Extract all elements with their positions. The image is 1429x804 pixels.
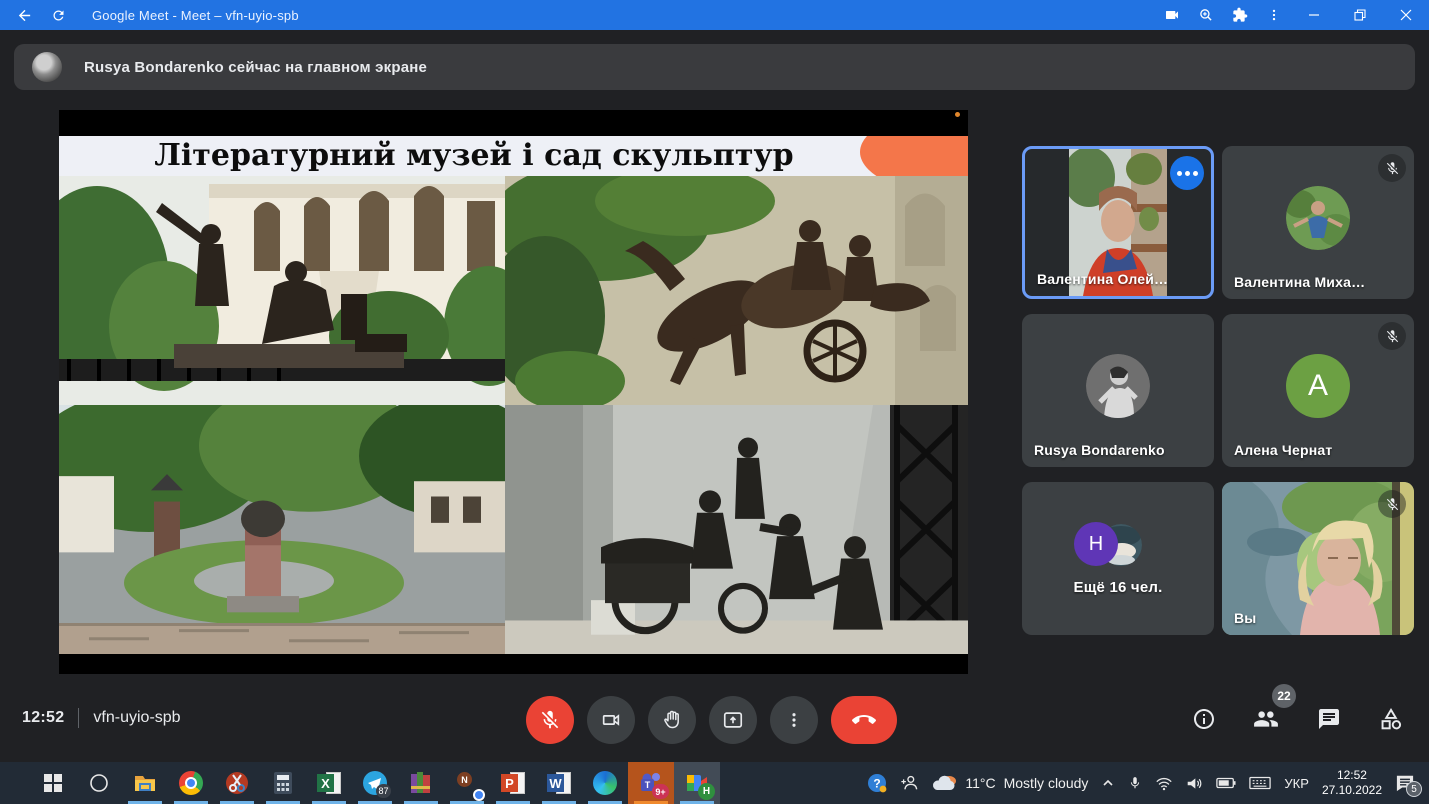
close-button[interactable]: [1383, 0, 1429, 30]
google-meet-button[interactable]: H: [674, 762, 720, 804]
file-explorer-button[interactable]: [122, 762, 168, 804]
camera-toggle-button[interactable]: [587, 696, 635, 744]
more-options-button[interactable]: [770, 696, 818, 744]
window-title: Google Meet - Meet – vfn-uyio-spb: [92, 8, 299, 23]
meeting-details-icon[interactable]: [1192, 707, 1216, 731]
slide-title: Літературний музей і сад скульптур: [59, 136, 889, 176]
avatar-letter: A: [1286, 354, 1350, 418]
slide-photo-garden-courtyard: [59, 405, 505, 654]
meeting-code: vfn-uyio-spb: [93, 709, 180, 727]
present-screen-button[interactable]: [709, 696, 757, 744]
tray-clock[interactable]: 12:52 27.10.2022: [1322, 768, 1382, 798]
microphone-tray-icon[interactable]: [1128, 775, 1142, 791]
avatar: [1286, 186, 1350, 250]
slide-title-band: Літературний музей і сад скульптур: [59, 136, 968, 176]
extensions-icon[interactable]: [1223, 0, 1257, 30]
presenter-notification: Rusya Bondarenko сейчас на главном экран…: [14, 44, 1415, 90]
meeting-info: 12:52 vfn-uyio-spb: [22, 708, 181, 728]
edge-button[interactable]: [582, 762, 628, 804]
participant-tile-valentina-oley[interactable]: Валентина Олей…: [1022, 146, 1214, 299]
battery-tray-icon[interactable]: [1216, 777, 1236, 789]
chat-panel-icon[interactable]: [1317, 707, 1341, 731]
slide-photo-statues-building: [59, 176, 505, 405]
participant-name: Валентина Миха…: [1234, 274, 1365, 290]
powerpoint-button[interactable]: P: [490, 762, 536, 804]
help-tray-icon[interactable]: ?: [867, 773, 887, 793]
browser-titlebar: Google Meet - Meet – vfn-uyio-spb: [0, 0, 1429, 30]
participant-name: Rusya Bondarenko: [1034, 442, 1165, 458]
mic-off-icon: [1378, 490, 1406, 518]
teams-badge: 9+: [652, 784, 669, 799]
participant-count-badge: 22: [1272, 684, 1296, 708]
svg-text:?: ?: [874, 777, 881, 791]
slide-photo-chariot-sculpture: [505, 176, 968, 405]
avatar: [1086, 354, 1150, 418]
participants-panel-icon[interactable]: [1253, 706, 1279, 732]
shared-screen-slide: Літературний музей і сад скульптур: [59, 110, 968, 674]
meet-badge: H: [698, 783, 715, 800]
participant-tile-overflow[interactable]: Н Ещё 16 чел.: [1022, 482, 1214, 635]
action-center-icon[interactable]: 5: [1395, 774, 1415, 792]
tray-date: 27.10.2022: [1322, 783, 1382, 798]
excel-button[interactable]: X: [306, 762, 352, 804]
participant-name: Валентина Олей…: [1037, 271, 1168, 287]
end-call-button[interactable]: [831, 696, 897, 744]
raise-hand-button[interactable]: [648, 696, 696, 744]
participant-name: Вы: [1234, 610, 1256, 626]
start-button[interactable]: [30, 762, 76, 804]
chrome-profile-badge: N: [457, 772, 472, 787]
cortana-search-button[interactable]: [76, 762, 122, 804]
participant-tile-valentina-mikha[interactable]: Валентина Миха…: [1222, 146, 1414, 299]
slide-photo-carriage-sculpture: [505, 405, 968, 654]
tile-more-options-button[interactable]: [1170, 156, 1204, 190]
weather-temp: 11°C: [965, 775, 995, 791]
mic-off-icon: [1378, 154, 1406, 182]
participant-tile-rusya[interactable]: Rusya Bondarenko: [1022, 314, 1214, 467]
maximize-button[interactable]: [1337, 0, 1383, 30]
mic-off-icon: [1378, 322, 1406, 350]
divider: [78, 708, 79, 728]
action-center-badge: 5: [1406, 781, 1422, 797]
windows-taskbar: X 87 N P W T 9+ H ?: [0, 762, 1429, 804]
notification-text: Rusya Bondarenko сейчас на главном экран…: [84, 59, 427, 76]
wifi-tray-icon[interactable]: [1155, 776, 1173, 791]
tab-camera-in-use-icon[interactable]: [1155, 0, 1189, 30]
minimize-button[interactable]: [1291, 0, 1337, 30]
weather-widget[interactable]: 11°C Mostly cloudy: [931, 773, 1088, 793]
chrome-button[interactable]: [168, 762, 214, 804]
word-button[interactable]: W: [536, 762, 582, 804]
participant-tile-alena[interactable]: A Алена Чернат: [1222, 314, 1414, 467]
participant-name: Алена Чернат: [1234, 442, 1332, 458]
slide-corner-dot: [955, 112, 960, 117]
back-icon[interactable]: [16, 7, 33, 24]
snipping-tool-button[interactable]: [214, 762, 260, 804]
teams-button[interactable]: T 9+: [628, 762, 674, 804]
telegram-button[interactable]: 87: [352, 762, 398, 804]
avatar: [32, 52, 62, 82]
language-indicator[interactable]: УКР: [1284, 776, 1309, 791]
refresh-icon[interactable]: [51, 8, 66, 23]
tray-time: 12:52: [1322, 768, 1382, 783]
meeting-clock: 12:52: [22, 709, 64, 727]
mic-toggle-button[interactable]: [526, 696, 574, 744]
activities-icon[interactable]: [1378, 706, 1404, 732]
telegram-badge: 87: [376, 784, 391, 798]
winrar-button[interactable]: [398, 762, 444, 804]
browser-menu-icon[interactable]: [1257, 0, 1291, 30]
calculator-button[interactable]: [260, 762, 306, 804]
touch-keyboard-tray-icon[interactable]: [1249, 776, 1271, 790]
participant-tile-you[interactable]: Вы: [1222, 482, 1414, 635]
zoom-page-icon[interactable]: [1189, 0, 1223, 30]
overflow-count-label: Ещё 16 чел.: [1022, 579, 1214, 596]
tray-expand-chevron[interactable]: [1101, 776, 1115, 790]
teams-letter: T: [645, 780, 651, 790]
people-tray-icon[interactable]: [900, 774, 918, 792]
chrome-profile-button[interactable]: N: [444, 762, 490, 804]
weather-desc: Mostly cloudy: [1004, 775, 1089, 791]
avatar-letter: Н: [1074, 522, 1118, 566]
volume-tray-icon[interactable]: [1186, 776, 1203, 791]
